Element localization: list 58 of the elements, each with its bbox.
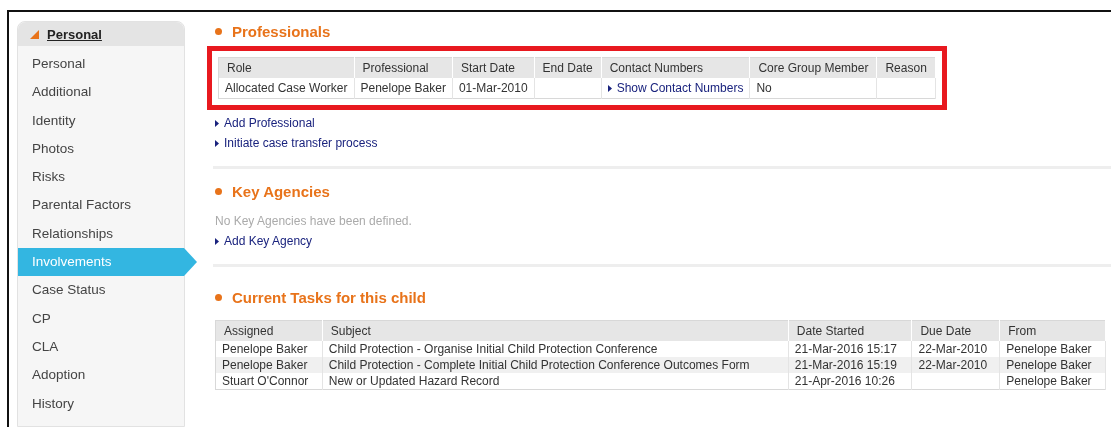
table-cell: Penelope Baker [1006, 358, 1092, 372]
table-cell: 22-Mar-2010 [918, 342, 988, 356]
column-header: Contact Numbers [601, 57, 750, 78]
sidebar-item[interactable]: Identity [18, 106, 184, 135]
sidebar-item[interactable]: History [18, 389, 184, 418]
table-cell: 01-Mar-2010 [458, 81, 528, 95]
sidebar-item[interactable]: CLA [18, 332, 184, 362]
column-header: From [999, 320, 1106, 341]
table-cell: Penelope Baker [1006, 374, 1092, 388]
table-cell: 22-Mar-2010 [918, 358, 988, 372]
column-header: End Date [534, 57, 602, 78]
table-cell: Penelope Baker [1006, 342, 1092, 356]
sidebar-item[interactable]: Adoption [18, 361, 184, 390]
table-cell: 21-Mar-2016 15:19 [794, 358, 897, 372]
column-header: Subject [322, 320, 789, 341]
table-cell: Child Protection - Complete Initial Child Protection Conference Outcomes Form [328, 358, 750, 372]
sidebar-item[interactable]: Risks [18, 163, 184, 192]
sidebar-header[interactable]: Personal [18, 22, 184, 46]
empty-message: No Key Agencies have been defined. [215, 214, 413, 228]
sidebar-item[interactable]: Parental Factors [18, 191, 184, 220]
action-link[interactable]: Add Key Agency [224, 234, 313, 248]
table-cell: 21-Apr-2016 10:26 [794, 374, 895, 388]
bullet-triangle-icon [215, 237, 219, 245]
column-header: Assigned [215, 320, 323, 341]
table-cell: 21-Mar-2016 15:17 [794, 342, 897, 356]
collapse-triangle-icon [30, 29, 39, 39]
sidebar-item[interactable]: Additional [18, 78, 184, 107]
bullet-triangle-icon [215, 119, 219, 127]
table-cell: Allocated Case Worker [225, 81, 348, 95]
column-header: Due Date [911, 320, 1000, 341]
column-header: Reason [876, 57, 936, 78]
section-heading: Key Agencies [215, 183, 1111, 200]
sidebar-item[interactable]: Photos [18, 134, 184, 164]
action-link[interactable]: Initiate case transfer process [224, 136, 378, 150]
table-cell: New or Updated Hazard Record [328, 374, 500, 388]
table-cell: Penelope Baker [222, 342, 308, 356]
table-cell: No [756, 81, 772, 95]
column-header: Date Started [788, 320, 912, 341]
column-header: Professional [354, 57, 453, 78]
show-contact-numbers-link[interactable]: Show Contact Numbers [616, 81, 744, 95]
sidebar-item[interactable]: CP [18, 304, 184, 333]
bullet-triangle-icon [215, 139, 219, 147]
sidebar-item[interactable]: Case Status [18, 276, 184, 305]
section-heading: Current Tasks for this child [215, 289, 1111, 306]
bullet-triangle-icon [607, 85, 612, 93]
table-cell: Stuart O'Connor [222, 374, 309, 388]
table-cell: Child Protection - Organise Initial Child Protection Conference [328, 342, 658, 356]
action-link[interactable]: Add Professional [224, 116, 315, 130]
section-heading: Professionals [215, 23, 1111, 40]
column-header: Role [218, 57, 354, 78]
table-cell: Penelope Baker [360, 81, 446, 95]
sidebar-item[interactable]: Personal [18, 50, 184, 79]
sidebar-item[interactable]: Relationships [18, 219, 184, 249]
selection-pointer-icon [184, 248, 197, 277]
table-cell: Penelope Baker [222, 358, 308, 372]
column-header: Start Date [452, 57, 535, 78]
sidebar-title: Personal [47, 26, 102, 42]
column-header: Core Group Member [749, 57, 877, 78]
